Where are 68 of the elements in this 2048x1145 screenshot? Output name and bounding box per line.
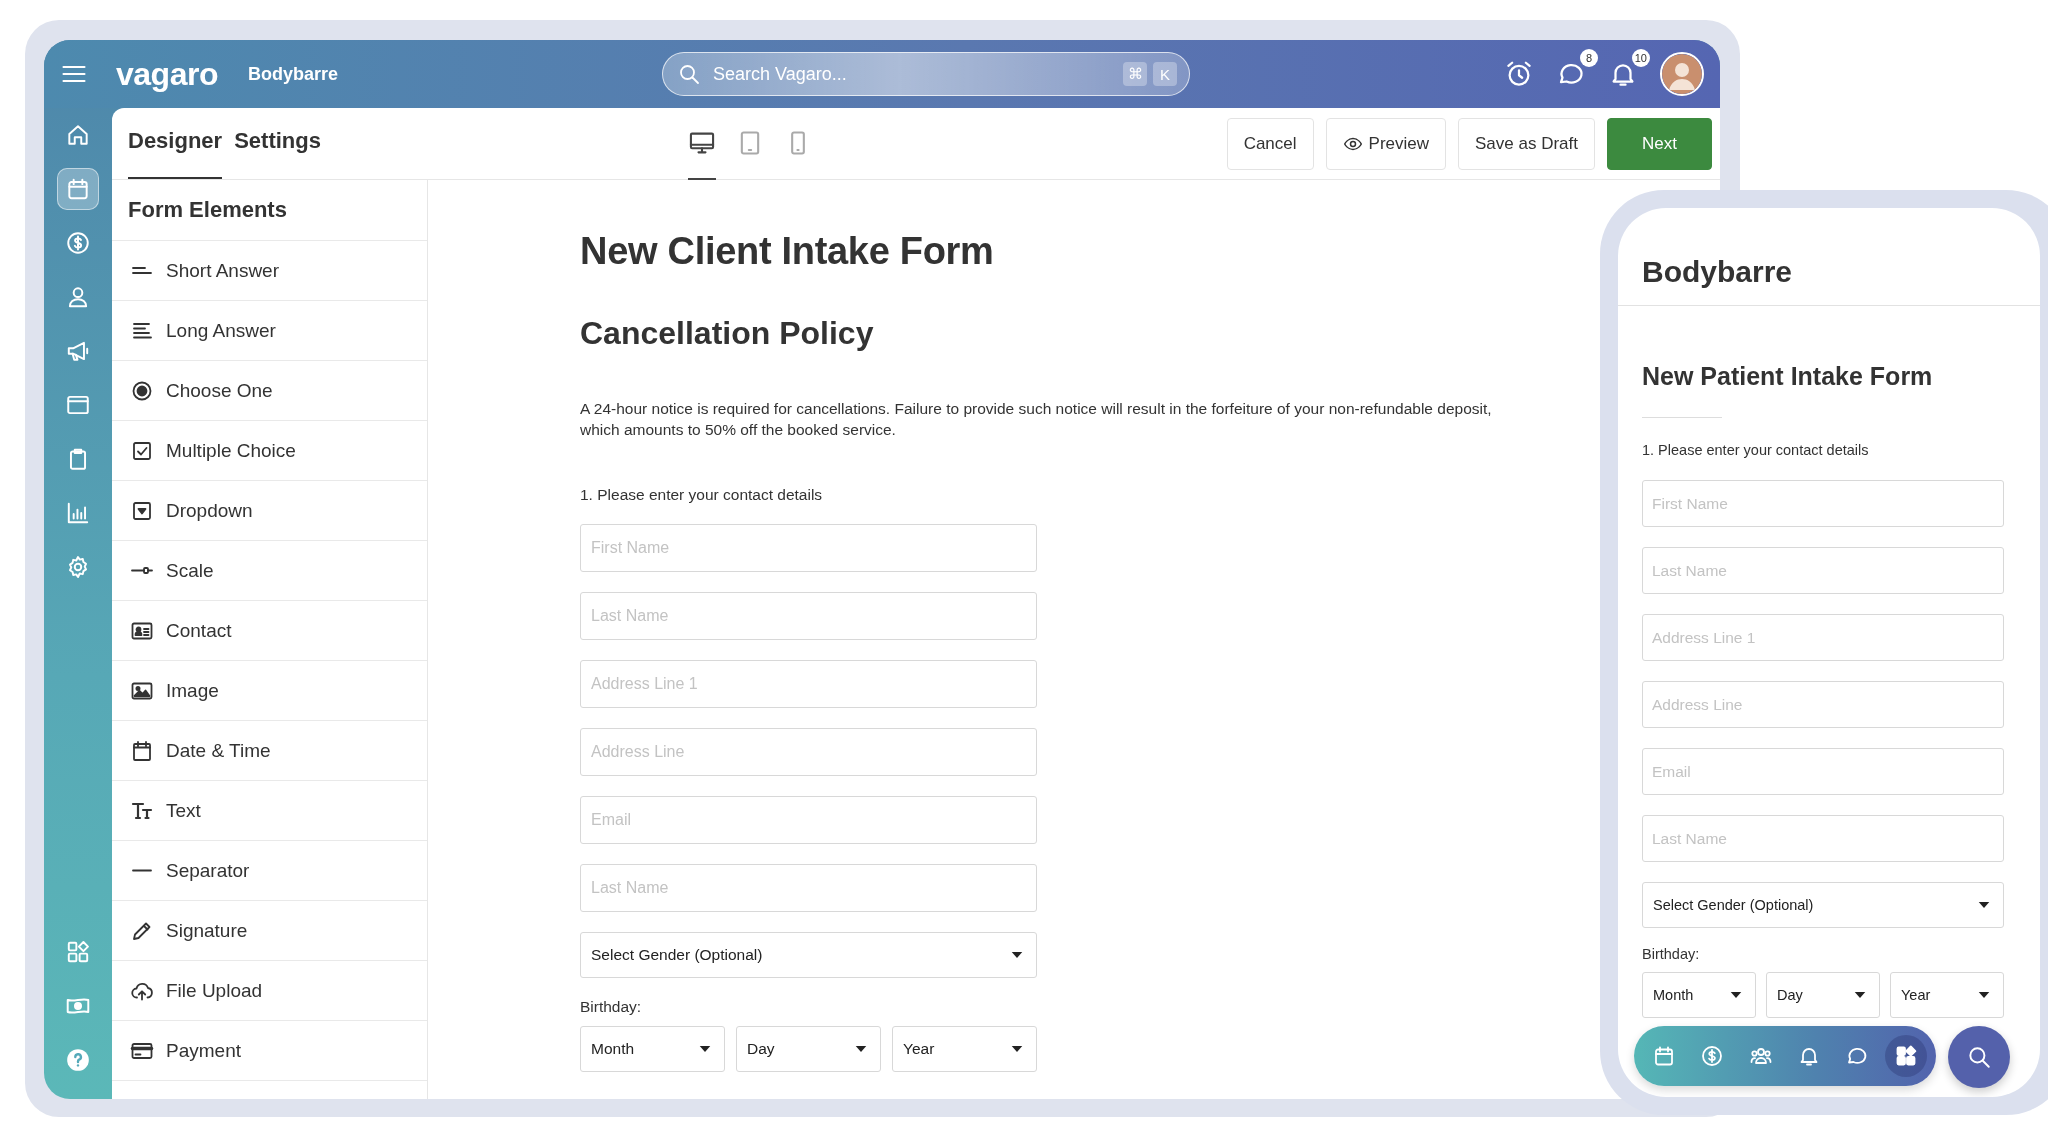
form-element-item[interactable]: File Upload bbox=[112, 961, 427, 1021]
input-field[interactable]: Last Name bbox=[1642, 547, 2004, 594]
business-name: Bodybarre bbox=[1618, 208, 2040, 306]
slider-icon bbox=[130, 567, 154, 574]
tab[interactable]: Designer bbox=[128, 108, 223, 179]
input-field[interactable]: Email bbox=[580, 796, 1037, 844]
input-field[interactable]: Address Line 1 bbox=[580, 660, 1037, 708]
form-element-item[interactable]: Date & Time bbox=[112, 721, 427, 781]
search-button[interactable] bbox=[1948, 1026, 2010, 1088]
birthday-label: Birthday: bbox=[1642, 946, 1700, 962]
form-element-item[interactable]: Dropdown bbox=[112, 481, 427, 541]
user-avatar[interactable] bbox=[1660, 52, 1704, 96]
input-field[interactable]: Last Name bbox=[580, 864, 1037, 912]
birthday-label: Birthday: bbox=[580, 998, 642, 1016]
alarm-clock-icon[interactable] bbox=[1504, 59, 1534, 89]
input-field[interactable]: Last Name bbox=[580, 592, 1037, 640]
search-icon bbox=[677, 62, 701, 86]
next-button[interactable]: Next bbox=[1607, 117, 1712, 170]
count-badge: 10 bbox=[1631, 49, 1650, 67]
toolbar-button[interactable]: Cancel bbox=[1226, 117, 1314, 170]
business-name: Bodybarre bbox=[247, 63, 338, 85]
gender-dropdown[interactable]: Select Gender (Optional) bbox=[580, 932, 1037, 978]
question-label: 1. Please enter your contact details bbox=[580, 486, 823, 504]
date-dropdown[interactable]: Month bbox=[580, 1026, 725, 1072]
count-badge: 8 bbox=[1580, 49, 1598, 67]
calendar-icon bbox=[130, 738, 154, 763]
form-element-item[interactable]: Separator bbox=[112, 841, 427, 901]
form-element-item[interactable]: Choose One bbox=[112, 361, 427, 421]
panel-title: Form Elements bbox=[112, 180, 427, 241]
form-element-item[interactable]: Multiple Choice bbox=[112, 421, 427, 481]
date-dropdown[interactable]: Month bbox=[1642, 972, 1756, 1018]
input-field[interactable]: Email bbox=[1642, 748, 2004, 795]
toolbar-button[interactable]: Preview bbox=[1325, 117, 1447, 170]
tab[interactable]: Settings bbox=[234, 108, 321, 179]
input-field[interactable]: First Name bbox=[580, 524, 1037, 572]
form-element-item[interactable]: Scale bbox=[112, 541, 427, 601]
shortcut-key: ⌘ bbox=[1123, 62, 1147, 86]
horizontal-line-icon bbox=[130, 869, 154, 872]
brand-logo[interactable]: vagaro bbox=[116, 55, 218, 93]
shortcut-key: K bbox=[1153, 62, 1177, 86]
policy-text: A 24-hour notice is required for cancellations. Failure to provide such notice will result in the forfeiture of your non-refundable deposit, which amounts to 50% off the booked service. bbox=[580, 399, 1493, 440]
date-dropdown[interactable]: Day bbox=[1766, 972, 1880, 1018]
form-title: New Patient Intake Form bbox=[1642, 362, 1934, 391]
form-element-item[interactable]: Image bbox=[112, 661, 427, 721]
input-field[interactable]: Address Line bbox=[580, 728, 1037, 776]
form-element-item[interactable]: Contact bbox=[112, 601, 427, 661]
form-title: New Client Intake Form bbox=[580, 230, 994, 273]
form-element-item[interactable]: Long Answer bbox=[112, 301, 427, 361]
gender-dropdown[interactable]: Select Gender (Optional) bbox=[1642, 882, 2004, 928]
date-dropdown[interactable]: Year bbox=[892, 1026, 1037, 1072]
input-field[interactable]: Address Line bbox=[1642, 681, 2004, 728]
input-field[interactable]: Address Line 1 bbox=[1642, 614, 2004, 661]
input-field[interactable]: First Name bbox=[1642, 480, 2004, 527]
search-input[interactable]: Search Vagaro... bbox=[711, 62, 1123, 86]
section-heading: Cancellation Policy bbox=[580, 315, 875, 352]
form-element-item[interactable]: Text bbox=[112, 781, 427, 841]
apps-grid-icon[interactable] bbox=[1884, 1035, 1927, 1077]
calendar-icon[interactable] bbox=[57, 168, 99, 210]
form-element-item[interactable]: Short Answer bbox=[112, 241, 427, 301]
input-field[interactable]: Last Name bbox=[1642, 815, 2004, 862]
form-element-item[interactable]: Signature bbox=[112, 901, 427, 961]
toolbar-button[interactable]: Save as Draft bbox=[1458, 117, 1596, 170]
short-answer-icon bbox=[130, 266, 154, 275]
form-element-item[interactable]: Payment bbox=[112, 1021, 427, 1081]
date-dropdown[interactable]: Year bbox=[1890, 972, 2004, 1018]
date-dropdown[interactable]: Day bbox=[736, 1026, 881, 1072]
search-icon bbox=[1966, 1044, 1992, 1070]
question-label: 1. Please enter your contact details bbox=[1642, 442, 1869, 458]
